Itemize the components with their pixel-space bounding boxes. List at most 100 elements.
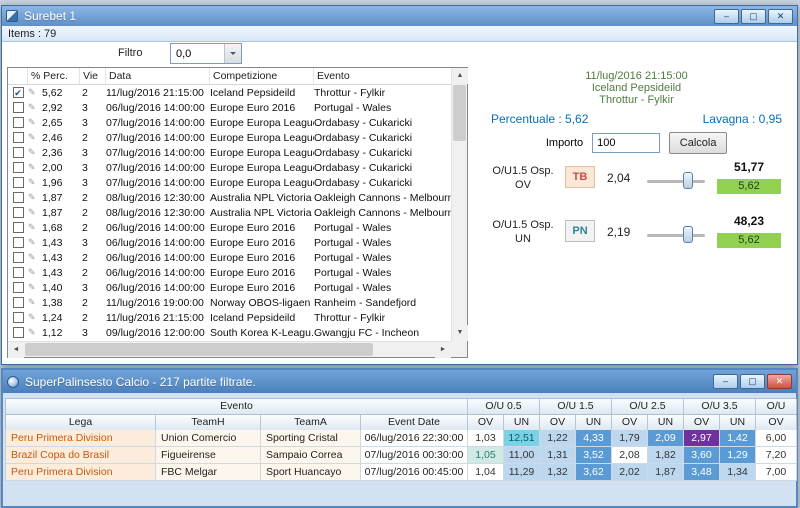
stake-slider[interactable] [647, 226, 705, 244]
group-header-cell[interactable]: O/U 1.5 [540, 399, 612, 414]
scroll-right-icon[interactable]: ► [435, 342, 451, 358]
column-header-cell[interactable]: OV [540, 415, 576, 430]
column-header-cell[interactable]: UN [504, 415, 540, 430]
calcola-button[interactable]: Calcola [669, 132, 727, 154]
row-select-checkbox[interactable] [8, 117, 28, 128]
surebet-row[interactable]: ✎1,38211/lug/2016 19:00:00Norway OBOS-li… [8, 295, 451, 310]
row-select-checkbox[interactable] [8, 222, 28, 233]
odds-cell[interactable]: 11,29 [504, 464, 540, 481]
odds-cell[interactable]: 4,33 [576, 430, 612, 447]
surebet-row[interactable]: ✎1,43206/lug/2016 14:00:00Europe Euro 20… [8, 250, 451, 265]
odds-cell[interactable]: 3,60 [684, 447, 720, 464]
row-select-checkbox[interactable] [8, 147, 28, 158]
row-select-checkbox[interactable] [8, 192, 28, 203]
odds-cell[interactable]: 1,05 [468, 447, 504, 464]
surebet-row[interactable]: ✎1,12309/lug/2016 12:00:00South Korea K-… [8, 325, 451, 340]
odds-cell[interactable]: 1,79 [612, 430, 648, 447]
col-header-perc[interactable]: % Perc. [28, 68, 80, 84]
odds-cell[interactable]: 11,00 [504, 447, 540, 464]
column-header-cell[interactable]: UN [576, 415, 612, 430]
slider-handle-icon[interactable] [683, 172, 693, 189]
bookmaker-badge[interactable]: TB [565, 166, 595, 188]
surebet-row[interactable]: ✎1,24211/lug/2016 21:15:00Iceland Pepsid… [8, 310, 451, 325]
palinsesto-row[interactable]: Peru Primera DivisionFBC MelgarSport Hua… [5, 464, 796, 481]
surebet-row[interactable]: ✎2,65307/lug/2016 14:00:00Europe Europa … [8, 115, 451, 130]
surebet-row[interactable]: ✎1,87208/lug/2016 12:30:00Australia NPL … [8, 190, 451, 205]
odds-cell[interactable]: 7,00 [756, 464, 797, 481]
group-header-cell[interactable]: O/U [756, 399, 797, 414]
close-icon[interactable]: ✕ [768, 9, 793, 24]
palinsesto-titlebar[interactable]: SuperPalinsesto Calcio - 217 partite fil… [3, 370, 796, 393]
surebet-row[interactable]: ✎2,92306/lug/2016 14:00:00Europe Euro 20… [8, 100, 451, 115]
odds-cell[interactable]: 1,04 [468, 464, 504, 481]
column-header-cell[interactable]: TeamH [156, 415, 261, 430]
odds-cell[interactable]: 2,97 [684, 430, 720, 447]
palinsesto-row[interactable]: Brazil Copa do BrasilFigueirenseSampaio … [5, 447, 796, 464]
column-header-cell[interactable]: OV [468, 415, 504, 430]
odds-cell[interactable]: 3,48 [684, 464, 720, 481]
column-header-cell[interactable]: OV [684, 415, 720, 430]
vertical-scrollbar[interactable]: ▲ ▼ [451, 68, 467, 341]
odds-cell[interactable]: 6,00 [756, 430, 797, 447]
slider-handle-icon[interactable] [683, 226, 693, 243]
column-header-cell[interactable]: UN [720, 415, 756, 430]
minimize-icon[interactable]: – [714, 9, 739, 24]
minimize-icon[interactable]: – [713, 374, 738, 389]
row-select-checkbox[interactable] [8, 162, 28, 173]
column-header-cell[interactable]: OV [756, 415, 797, 430]
odds-cell[interactable]: 1,42 [720, 430, 756, 447]
col-header-data[interactable]: Data [106, 68, 210, 84]
maximize-icon[interactable]: ▢ [740, 374, 765, 389]
surebet-row[interactable]: ✎2,36307/lug/2016 14:00:00Europe Europa … [8, 145, 451, 160]
column-header-cell[interactable]: Event Date [361, 415, 468, 430]
odds-cell[interactable]: 1,03 [468, 430, 504, 447]
row-select-checkbox[interactable] [8, 207, 28, 218]
importo-input[interactable] [592, 133, 660, 153]
column-header-cell[interactable]: TeamA [261, 415, 361, 430]
odds-cell[interactable]: 12,51 [504, 430, 540, 447]
bookmaker-badge[interactable]: PN [565, 220, 595, 242]
vscroll-thumb[interactable] [453, 85, 466, 141]
row-select-checkbox[interactable] [8, 237, 28, 248]
column-header-cell[interactable]: OV [612, 415, 648, 430]
row-select-checkbox[interactable] [8, 312, 28, 323]
palinsesto-row[interactable]: Peru Primera DivisionUnion ComercioSport… [5, 430, 796, 447]
odds-cell[interactable]: 1,32 [540, 464, 576, 481]
row-select-checkbox[interactable] [8, 102, 28, 113]
col-header-evento[interactable]: Evento [314, 68, 467, 84]
odds-cell[interactable]: 1,22 [540, 430, 576, 447]
group-header-cell[interactable]: Evento [6, 399, 468, 414]
col-header-vie[interactable]: Vie [80, 68, 106, 84]
surebet-row[interactable]: ✎1,68206/lug/2016 14:00:00Europe Euro 20… [8, 220, 451, 235]
row-select-checkbox[interactable] [8, 297, 28, 308]
surebet-row[interactable]: ✔✎5,62211/lug/2016 21:15:00Iceland Pepsi… [8, 85, 451, 100]
group-header-cell[interactable]: O/U 0.5 [468, 399, 540, 414]
row-select-checkbox[interactable] [8, 282, 28, 293]
group-header-cell[interactable]: O/U 3.5 [684, 399, 756, 414]
group-header-cell[interactable]: O/U 2.5 [612, 399, 684, 414]
col-header-competizione[interactable]: Competizione [210, 68, 314, 84]
surebet-row[interactable]: ✎1,96307/lug/2016 14:00:00Europe Europa … [8, 175, 451, 190]
surebet-row[interactable]: ✎1,43206/lug/2016 14:00:00Europe Euro 20… [8, 265, 451, 280]
odds-cell[interactable]: 3,52 [576, 447, 612, 464]
row-select-checkbox[interactable]: ✔ [8, 87, 28, 98]
surebet-row[interactable]: ✎1,43306/lug/2016 14:00:00Europe Euro 20… [8, 235, 451, 250]
odds-cell[interactable]: 1,31 [540, 447, 576, 464]
odds-cell[interactable]: 7,20 [756, 447, 797, 464]
scroll-down-icon[interactable]: ▼ [452, 325, 468, 341]
horizontal-scrollbar[interactable]: ◄ ► [8, 341, 451, 357]
column-header-cell[interactable]: UN [648, 415, 684, 430]
odds-cell[interactable]: 1,29 [720, 447, 756, 464]
odds-cell[interactable]: 1,87 [648, 464, 684, 481]
row-select-checkbox[interactable] [8, 252, 28, 263]
odds-cell[interactable]: 3,62 [576, 464, 612, 481]
surebet-titlebar[interactable]: Surebet 1 – ▢ ✕ [2, 6, 797, 26]
odds-cell[interactable]: 2,08 [612, 447, 648, 464]
surebet-row[interactable]: ✎2,46207/lug/2016 14:00:00Europe Europa … [8, 130, 451, 145]
close-icon[interactable]: ✕ [767, 374, 792, 389]
odds-cell[interactable]: 1,82 [648, 447, 684, 464]
stake-slider[interactable] [647, 172, 705, 190]
odds-cell[interactable]: 2,09 [648, 430, 684, 447]
chevron-down-icon[interactable] [224, 44, 241, 63]
filtro-dropdown[interactable]: 0,0 [170, 43, 242, 64]
